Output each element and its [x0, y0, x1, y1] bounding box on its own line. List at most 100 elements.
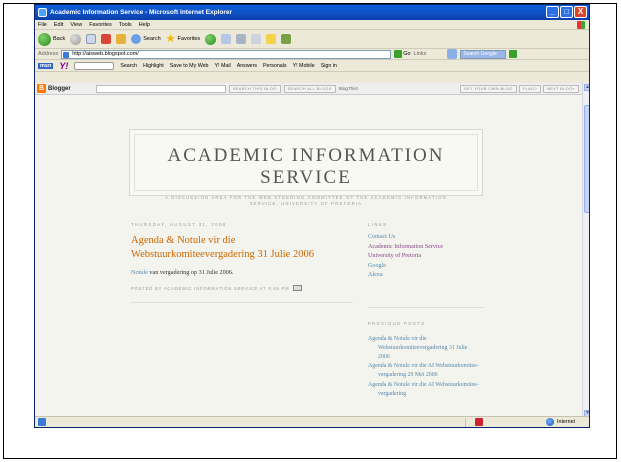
address-label: Address — [38, 51, 59, 57]
email-post-icon[interactable] — [293, 285, 303, 291]
live-search-logo-icon — [447, 49, 458, 59]
favorites-label: Favorites — [177, 36, 201, 42]
msn-logo-icon[interactable]: msn — [38, 62, 54, 69]
yahoo-mail-button[interactable]: Y! Mail — [215, 63, 231, 69]
print-icon[interactable] — [236, 34, 247, 44]
messenger-icon[interactable] — [281, 34, 292, 44]
blog-description: A DISCUSSION AREA FOR THE WEB STEERING C… — [165, 195, 447, 206]
maximize-button[interactable]: □ — [560, 6, 573, 18]
blogger-logo[interactable]: B Blogger — [37, 84, 71, 93]
internet-zone: Internet — [546, 418, 575, 426]
yahoo-search-input[interactable] — [74, 61, 115, 70]
link-university-of-pretoria[interactable]: University of Pretoria — [368, 252, 443, 262]
menu-favorites[interactable]: Favorites — [89, 22, 112, 28]
edit-icon[interactable] — [251, 34, 262, 44]
get-your-own-blog-button[interactable]: Get Your Own Blog — [459, 84, 517, 93]
previous-posts-heading: PREVIOUS POSTS — [368, 321, 426, 326]
yahoo-logo-icon[interactable]: Y! — [59, 61, 68, 71]
next-blog-button[interactable]: Next Blog» — [542, 84, 579, 93]
notule-link[interactable]: Notule — [131, 269, 148, 276]
blog-title[interactable]: ACADEMIC INFORMATION SERVICE — [135, 145, 477, 189]
go-arrow-icon — [394, 50, 403, 58]
search-icon — [131, 34, 142, 44]
favorites-button[interactable]: ★ Favorites — [165, 33, 201, 45]
scrollbar-thumb[interactable] — [584, 105, 589, 213]
post-body: Notule van vergadering op 31 Julie 2006. — [131, 269, 233, 276]
address-input[interactable]: http://aisweb.blogspot.com/ — [61, 49, 392, 59]
link-academic-information-service[interactable]: Academic Information Service — [368, 243, 443, 253]
blog-header: ACADEMIC INFORMATION SERVICE A DISCUSSIO… — [129, 129, 483, 206]
scroll-up-icon[interactable]: ▲ — [584, 84, 589, 91]
yahoo-signin-button[interactable]: Sign in — [321, 63, 337, 69]
refresh-icon[interactable] — [101, 34, 112, 44]
back-arrow-icon — [38, 32, 51, 46]
yahoo-search-button[interactable]: Search — [120, 63, 137, 69]
globe-icon — [546, 418, 555, 426]
search-all-blogs-button[interactable]: Search All Blogs — [283, 84, 336, 93]
link-contact-us[interactable]: Contact Us — [368, 233, 443, 243]
windows-logo-icon — [577, 21, 585, 29]
live-search-input[interactable]: Search Google — [460, 49, 507, 59]
blogger-right-actions: Get Your Own Blog Flag? Next Blog» — [459, 84, 589, 93]
previous-post-item[interactable]: Agenda & Notule vir die Webstuurkomiteev… — [368, 335, 480, 361]
status-bar: Internet — [35, 416, 589, 427]
close-button[interactable]: X — [574, 6, 587, 18]
go-button[interactable]: Go — [394, 50, 411, 58]
menu-file[interactable]: File — [38, 22, 47, 28]
home-icon[interactable] — [116, 34, 127, 44]
title-bar[interactable]: Academic Information Service - Microsoft… — [35, 5, 589, 20]
search-label: Search — [143, 36, 161, 42]
menu-tools[interactable]: Tools — [119, 22, 132, 28]
post-title[interactable]: Agenda & Notule vir die Webstuurkomiteev… — [131, 234, 353, 262]
post-footer: POSTED BY ACADEMIC INFORMATION SERVICE A… — [131, 285, 303, 291]
previous-posts-list: Agenda & Notule vir die Webstuurkomiteev… — [368, 335, 480, 400]
menu-view[interactable]: View — [70, 22, 82, 28]
link-google[interactable]: Google — [368, 262, 443, 272]
previous-post-item[interactable]: Agenda & Notule vir die AI Webstuurkomit… — [368, 381, 480, 399]
window-title: Academic Information Service - Microsoft… — [50, 9, 233, 16]
forward-button[interactable] — [70, 33, 82, 45]
address-bar: Address http://aisweb.blogspot.com/ Go L… — [35, 49, 589, 60]
minimize-button[interactable]: _ — [546, 6, 559, 18]
stop-icon[interactable] — [86, 34, 97, 44]
go-label: Go — [403, 51, 411, 57]
flag-blog-button[interactable]: Flag? — [518, 84, 541, 93]
links-heading: LINKS — [368, 222, 388, 227]
yahoo-save-button[interactable]: Save to My Web — [170, 63, 209, 69]
blogger-search-input[interactable] — [95, 84, 226, 93]
page-viewport: B Blogger Search This Blog Search All Bl… — [35, 83, 589, 418]
browser-window: Academic Information Service - Microsoft… — [34, 4, 590, 428]
yahoo-answers-button[interactable]: Answers — [237, 63, 257, 69]
security-alert-icon[interactable] — [475, 418, 483, 426]
links-button[interactable]: Links — [414, 51, 427, 57]
live-search-go-icon[interactable] — [509, 50, 518, 58]
status-divider — [465, 417, 466, 427]
link-alexa[interactable]: Alexa — [368, 271, 443, 281]
yahoo-toolbar: msn Y! Search Highlight Save to My Web Y… — [35, 60, 589, 72]
previous-post-item[interactable]: Agenda & Notule vir die AI Webstuurkomit… — [368, 362, 480, 380]
links-list: Contact Us Academic Information Service … — [368, 233, 443, 281]
post-body-text: van vergadering op 31 Julie 2006. — [147, 269, 234, 276]
blogger-icon: B — [37, 84, 46, 93]
search-this-blog-button[interactable]: Search This Blog — [228, 84, 281, 93]
post-date: THURSDAY, AUGUST 31, 2006 — [131, 222, 227, 227]
yahoo-mobile-button[interactable]: Y! Mobile — [293, 63, 315, 69]
zone-label: Internet — [557, 419, 575, 425]
blogthis-link[interactable]: BlogThis! — [339, 86, 358, 91]
menu-help[interactable]: Help — [139, 22, 150, 28]
sidebar-divider — [368, 307, 483, 308]
mail-icon[interactable] — [221, 34, 232, 44]
star-icon: ★ — [165, 33, 176, 45]
search-button[interactable]: Search — [131, 34, 161, 44]
page-icon — [63, 51, 70, 58]
blog-header-inner: ACADEMIC INFORMATION SERVICE A DISCUSSIO… — [134, 134, 478, 206]
yahoo-highlight-button[interactable]: Highlight — [143, 63, 164, 69]
vertical-scrollbar[interactable]: ▲ ▼ — [582, 83, 589, 418]
back-label: Back — [53, 36, 66, 42]
menu-edit[interactable]: Edit — [54, 22, 63, 28]
back-button[interactable]: Back — [38, 32, 66, 46]
history-icon[interactable] — [205, 33, 217, 45]
ie-icon — [38, 8, 47, 17]
folder-icon[interactable] — [266, 34, 277, 44]
yahoo-personals-button[interactable]: Personals — [263, 63, 287, 69]
